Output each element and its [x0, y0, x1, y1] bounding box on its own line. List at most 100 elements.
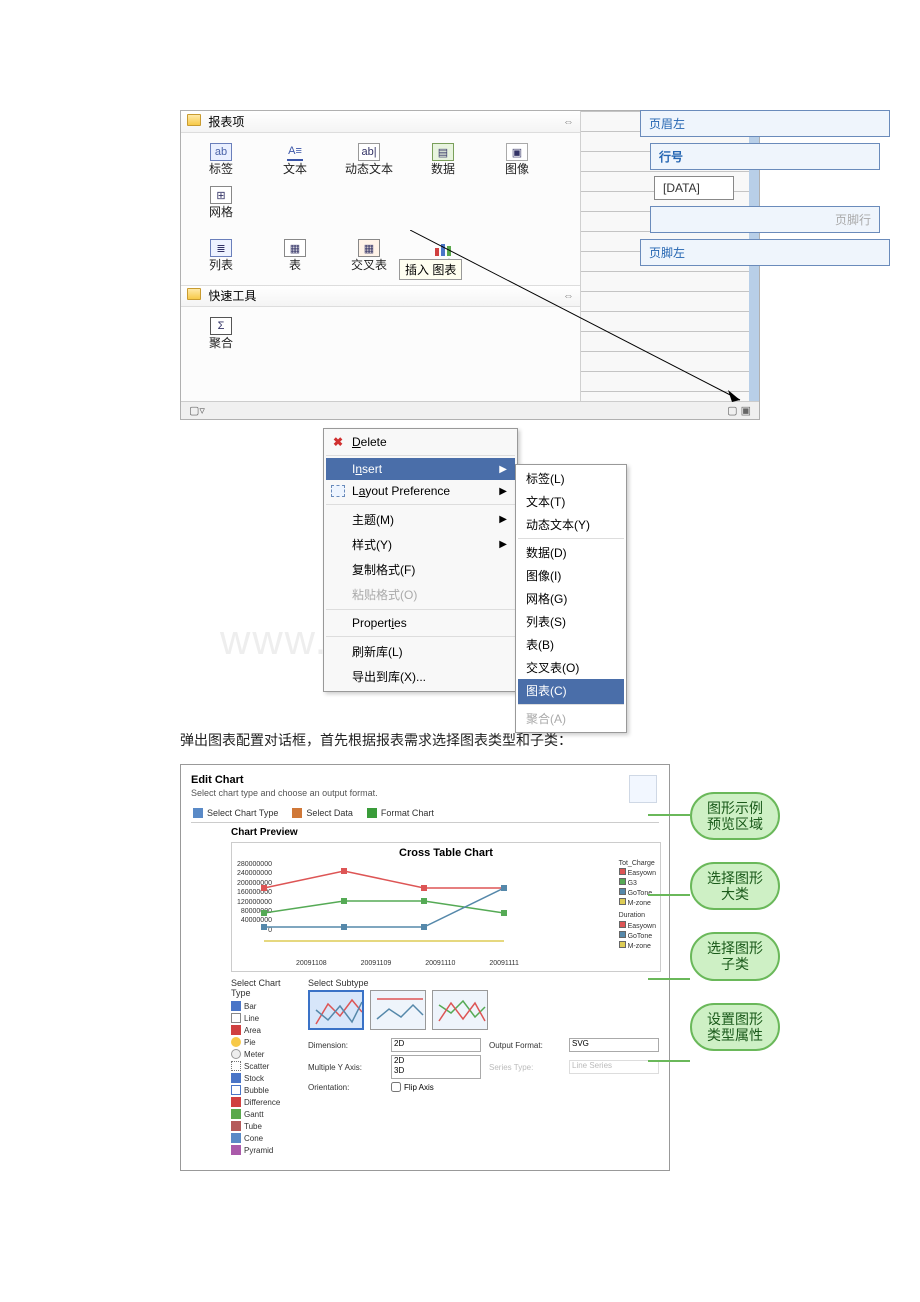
callout-chart-properties: 设置图形 类型属性 [690, 1003, 780, 1051]
collapse-icon[interactable]: ⇔ [563, 290, 574, 302]
component-palette: 报表项 ⇔ ab 标签 A≡ 文本 ab| 动态文本 ▤ 数据 ▣ [181, 111, 581, 419]
submenu-table[interactable]: 表(B) [518, 633, 624, 656]
data-placeholder[interactable]: [DATA] [654, 176, 734, 200]
flip-axis-input[interactable] [391, 1082, 401, 1092]
type-scatter[interactable]: Scatter [231, 1060, 294, 1072]
type-difference[interactable]: Difference [231, 1096, 294, 1108]
menu-copy-format[interactable]: 复制格式(F) [326, 557, 515, 582]
menu-style[interactable]: 样式(Y)▶ [326, 532, 515, 557]
submenu-text[interactable]: 文本(T) [518, 490, 624, 513]
select-type-heading: Select Chart Type [231, 978, 294, 998]
palette-header-quick-tools[interactable]: 快速工具 ⇔ [181, 285, 580, 307]
palette-item-text[interactable]: A≡ 文本 [259, 139, 331, 180]
type-tube[interactable]: Tube [231, 1120, 294, 1132]
submenu-dynamic-text[interactable]: 动态文本(Y) [518, 513, 624, 539]
palette-grid-2: ≣ 列表 ▦ 表 ▦ 交叉表 图表 [181, 229, 580, 282]
report-layout-pane: 页眉左 行号 [DATA] 页脚行 页脚左 [640, 110, 890, 272]
menu-theme[interactable]: 主题(M)▶ [326, 507, 515, 532]
output-format-select[interactable]: SVG [569, 1038, 659, 1052]
label-text: 文本 [283, 163, 307, 176]
chart-legend: Tot_Charge Easyown G3 GoTone M-zone Dura… [619, 859, 656, 951]
context-menu: ✖ DDeleteelete InsertInsert ▶ Layout Pre… [323, 428, 518, 692]
menu-insert[interactable]: InsertInsert ▶ [326, 458, 515, 480]
palette-item-grid[interactable]: ⊞ 网格 [185, 182, 257, 223]
type-bubble[interactable]: Bubble [231, 1084, 294, 1096]
submenu-arrow-icon: ▶ [499, 486, 507, 497]
collapse-icon[interactable]: ⇔ [563, 116, 574, 128]
palette-item-data[interactable]: ▤ 数据 [407, 139, 479, 180]
label-text: 列表 [209, 259, 233, 272]
submenu-list[interactable]: 列表(S) [518, 610, 624, 633]
callout-connector [648, 894, 690, 896]
type-meter[interactable]: Meter [231, 1048, 294, 1060]
palette-item-label[interactable]: ab 标签 [185, 139, 257, 180]
dialog-title: Edit Chart [191, 774, 659, 786]
menu-paste-format: 粘贴格式(O) [326, 582, 515, 610]
label-text: 表 [289, 259, 301, 272]
type-pie[interactable]: Pie [231, 1036, 294, 1048]
subtype-thumb-3[interactable] [432, 990, 488, 1030]
callout-chart-subtype: 选择图形 子类 [690, 932, 780, 980]
chart-subtype-column: Select Subtype [308, 978, 659, 1156]
submenu-label[interactable]: 标签(L) [518, 467, 624, 490]
status-bar: ▢▿ ▢ ▣ [181, 401, 759, 419]
dialog-subtitle: Select chart type and choose an output f… [191, 788, 659, 798]
palette-item-aggregate[interactable]: Σ 聚合 [185, 313, 257, 354]
palette-item-image[interactable]: ▣ 图像 [481, 139, 553, 180]
type-stock[interactable]: Stock [231, 1072, 294, 1084]
footer-left-label[interactable]: 页脚左 [640, 239, 890, 266]
type-pyramid[interactable]: Pyramid [231, 1144, 294, 1156]
menu-refresh-library[interactable]: 刷新库(L) [326, 639, 515, 664]
orientation-label: Orientation: [308, 1083, 383, 1092]
chart-icon [432, 239, 454, 257]
row-number-box[interactable]: 行号 [650, 143, 880, 170]
tab-select-chart-type[interactable]: Select Chart Type [191, 804, 282, 822]
subtype-thumb-1[interactable] [308, 990, 364, 1030]
tab-format-chart[interactable]: Format Chart [365, 804, 438, 822]
header-left-label[interactable]: 页眉左 [640, 110, 890, 137]
submenu-arrow-icon: ▶ [499, 464, 507, 475]
preview-mini-plot [254, 863, 534, 953]
description-paragraph: 弹出图表配置对话框，首先根据报表需求选择图表类型和子类： [180, 730, 780, 750]
label-text: 聚合 [209, 337, 233, 350]
footer-row-box[interactable]: 页脚行 [650, 206, 880, 233]
callout-connector [648, 978, 690, 980]
palette-item-list[interactable]: ≣ 列表 [185, 235, 257, 276]
multiple-y-select[interactable]: 2D 3D [391, 1055, 481, 1079]
chart-preview-panel: Chart Preview Cross Table Chart 28000000… [231, 827, 661, 972]
chart-properties-grid: Dimension: 2D Output Format: SVG Multipl… [308, 1038, 659, 1092]
dynamic-text-icon: ab| [358, 143, 380, 161]
chart-wizard-icon [629, 775, 657, 803]
palette-item-dynamic-text[interactable]: ab| 动态文本 [333, 139, 405, 180]
palette-header-report-items[interactable]: 报表项 ⇔ [181, 111, 580, 133]
select-subtype-heading: Select Subtype [308, 978, 659, 988]
multiple-y-label: Multiple Y Axis: [308, 1063, 383, 1072]
submenu-grid[interactable]: 网格(G) [518, 587, 624, 610]
flip-axis-checkbox[interactable]: Flip Axis [391, 1082, 481, 1092]
subtype-thumb-2[interactable] [370, 990, 426, 1030]
menu-delete[interactable]: ✖ DDeleteelete [326, 431, 515, 456]
palette-item-crosstable[interactable]: ▦ 交叉表 [333, 235, 405, 276]
menu-export-library[interactable]: 导出到库(X)... [326, 664, 515, 689]
view-icons: ▢ ▣ [727, 404, 751, 417]
submenu-data[interactable]: 数据(D) [518, 541, 624, 564]
x-axis-ticks: 20091108 20091109 20091110 20091111 [296, 960, 519, 967]
callout-preview-area: 图形示例 预览区域 [690, 792, 780, 840]
list-icon: ≣ [210, 239, 232, 257]
preview-heading: Chart Preview [231, 827, 661, 838]
type-bar[interactable]: Bar [231, 1000, 294, 1012]
dimension-select[interactable]: 2D [391, 1038, 481, 1052]
type-gantt[interactable]: Gantt [231, 1108, 294, 1120]
edit-chart-dialog: Edit Chart Select chart type and choose … [180, 764, 670, 1171]
type-line[interactable]: Line [231, 1012, 294, 1024]
submenu-crosstable[interactable]: 交叉表(O) [518, 656, 624, 679]
tab-select-data[interactable]: Select Data [290, 804, 357, 822]
palette-item-table[interactable]: ▦ 表 [259, 235, 331, 276]
type-area[interactable]: Area [231, 1024, 294, 1036]
label-text: 动态文本 [345, 163, 393, 176]
submenu-chart[interactable]: 图表(C) [518, 679, 624, 705]
menu-properties[interactable]: PropertiesProperties [326, 612, 515, 637]
menu-layout-preference[interactable]: Layout PreferenceLayout Preference ▶ [326, 480, 515, 505]
type-cone[interactable]: Cone [231, 1132, 294, 1144]
submenu-image[interactable]: 图像(I) [518, 564, 624, 587]
